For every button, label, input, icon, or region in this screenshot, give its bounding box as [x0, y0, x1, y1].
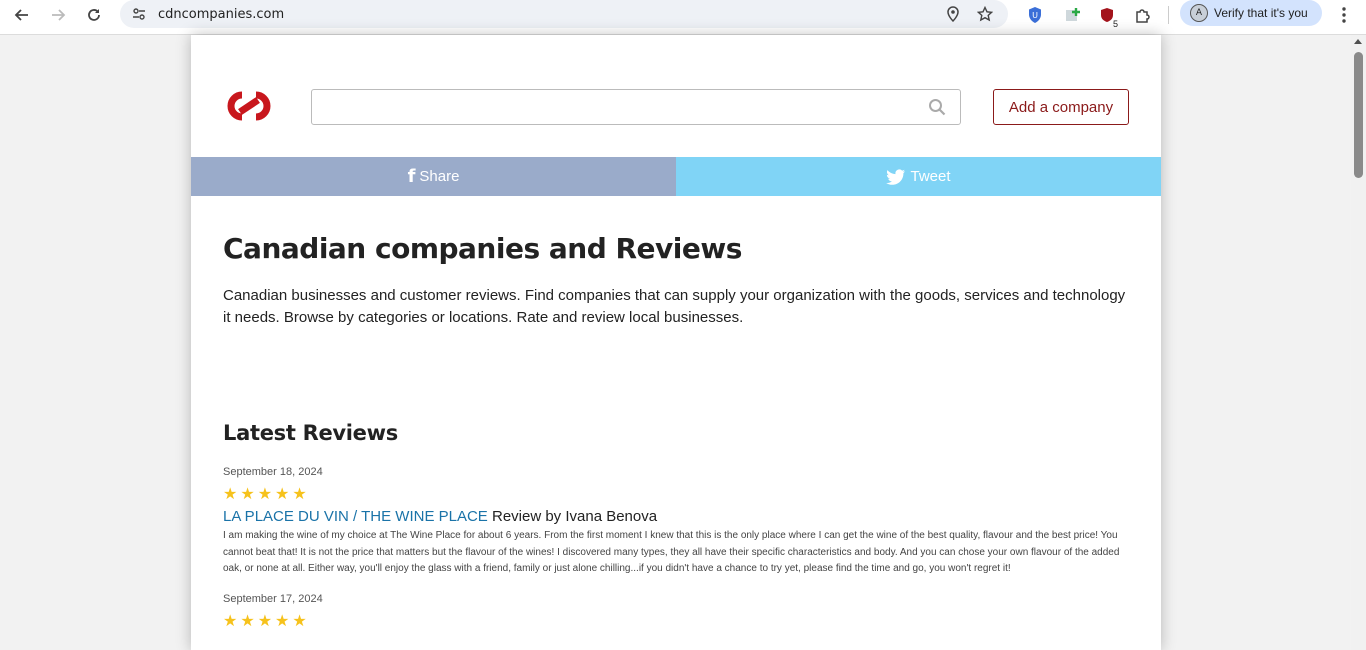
page-container: Add a company f Share Tweet Canadian com…	[191, 35, 1161, 650]
verify-profile-button[interactable]: A Verify that it's you	[1180, 0, 1322, 26]
verify-label: Verify that it's you	[1214, 6, 1308, 20]
review-stars: ★★★★★	[223, 610, 310, 630]
site-logo[interactable]	[223, 89, 279, 123]
review-item: September 18, 2024 ★★★★★ LA PLACE DU VIN…	[223, 465, 1133, 578]
twitter-bird-icon	[886, 168, 906, 185]
twitter-tweet-label: Tweet	[910, 168, 951, 185]
scrollbar-thumb[interactable]	[1354, 52, 1363, 178]
forward-arrow-icon	[52, 9, 66, 21]
search-icon[interactable]	[928, 98, 946, 116]
forward-button[interactable]	[40, 0, 76, 30]
search-box[interactable]	[311, 89, 961, 125]
green-plus-extension-icon[interactable]	[1060, 2, 1086, 28]
review-stars: ★★★★★	[223, 484, 310, 503]
toolbar-divider	[1168, 6, 1169, 24]
search-input[interactable]	[312, 90, 912, 124]
page-scrollbar[interactable]	[1351, 35, 1366, 650]
back-arrow-icon	[14, 9, 28, 21]
social-share-bar: f Share Tweet	[191, 157, 1161, 196]
svg-text:U: U	[1032, 11, 1038, 20]
review-date: September 17, 2024	[223, 592, 323, 605]
address-bar[interactable]: cdncompanies.com	[120, 0, 1008, 28]
shield-extension-icon[interactable]: U	[1022, 2, 1048, 28]
latest-reviews-heading: Latest Reviews	[223, 421, 398, 445]
reload-button[interactable]	[76, 0, 112, 30]
intro-section: Canadian companies and Reviews Canadian …	[223, 231, 1133, 329]
site-settings-icon[interactable]	[128, 3, 150, 25]
profile-avatar: A	[1190, 4, 1208, 22]
browser-menu-icon[interactable]	[1336, 2, 1352, 28]
extension-badge: 5	[1110, 19, 1120, 30]
red-shield-extension-icon[interactable]: 5	[1094, 2, 1120, 30]
facebook-share-label: Share	[419, 168, 460, 185]
facebook-icon: f	[407, 166, 416, 187]
reload-icon	[88, 9, 100, 21]
facebook-share-button[interactable]: f Share	[191, 157, 676, 196]
reviews-list: September 18, 2024 ★★★★★ LA PLACE DU VIN…	[223, 465, 1133, 645]
bookmark-star-icon[interactable]	[974, 3, 996, 25]
scroll-up-arrow-icon[interactable]	[1354, 39, 1362, 44]
review-byline: Review by Ivana Benova	[491, 508, 658, 525]
page-title: Canadian companies and Reviews	[223, 232, 742, 265]
review-date: September 18, 2024	[223, 466, 323, 478]
add-company-button[interactable]: Add a company	[993, 89, 1129, 125]
review-item: September 17, 2024 ★★★★★	[223, 592, 1133, 631]
url-text[interactable]: cdncompanies.com	[158, 7, 284, 22]
twitter-tweet-button[interactable]: Tweet	[676, 157, 1161, 196]
review-company-link[interactable]: LA PLACE DU VIN / THE WINE PLACE	[223, 508, 488, 525]
extensions-puzzle-icon[interactable]	[1130, 2, 1156, 28]
back-button[interactable]	[4, 0, 40, 30]
cdn-logo-icon	[227, 91, 271, 121]
review-header: LA PLACE DU VIN / THE WINE PLACE Review …	[223, 507, 1133, 527]
intro-text: Canadian businesses and customer reviews…	[223, 287, 1126, 326]
review-text: I am making the wine of my choice at The…	[223, 530, 1120, 574]
browser-toolbar: cdncompanies.com U 5 A Verify that it's …	[0, 0, 1366, 35]
location-pin-icon[interactable]	[942, 3, 964, 25]
